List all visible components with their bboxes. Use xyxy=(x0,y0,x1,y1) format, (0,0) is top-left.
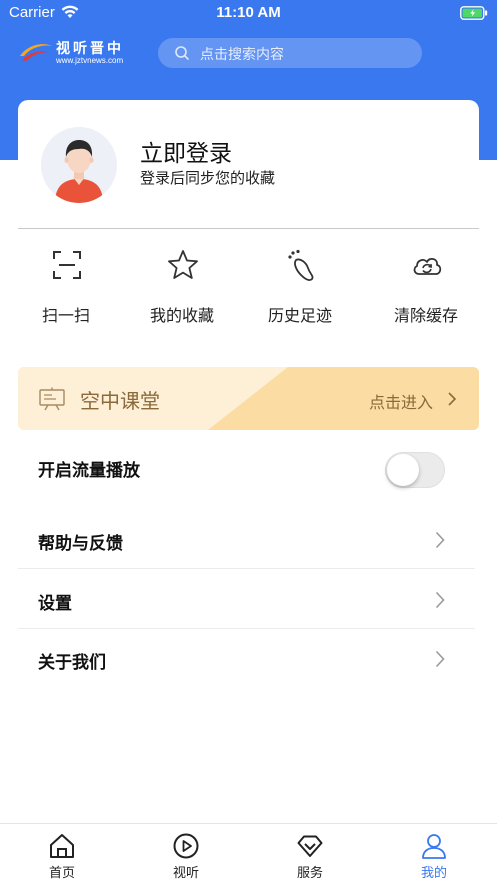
bottom-tab-bar: 首页 视听 服务 我的 xyxy=(0,823,497,883)
presentation-board-icon xyxy=(39,387,65,411)
traffic-play-row: 开启流量播放 xyxy=(18,438,475,498)
tab-mine-label: 我的 xyxy=(420,866,447,881)
settings-label: 设置 xyxy=(38,594,72,614)
cloud-refresh-icon xyxy=(413,258,442,275)
search-placeholder: 点击搜索内容 xyxy=(200,47,284,63)
login-subtitle: 登录后同步您的收藏 xyxy=(140,169,276,187)
battery-icon xyxy=(460,6,488,20)
toggle-knob xyxy=(387,454,419,486)
tab-home[interactable]: 首页 xyxy=(0,824,124,883)
play-circle-icon xyxy=(173,833,199,859)
status-time: 11:10 AM xyxy=(216,4,281,21)
user-icon xyxy=(422,834,446,859)
avatar[interactable] xyxy=(41,127,117,203)
clear-cache-label: 清除缓存 xyxy=(393,306,458,325)
logo-mark-icon xyxy=(20,44,52,61)
divider xyxy=(18,228,479,229)
scan-icon xyxy=(53,251,81,279)
chevron-right-icon xyxy=(448,392,457,406)
history-label: 历史足迹 xyxy=(267,306,332,325)
tab-home-label: 首页 xyxy=(48,866,75,881)
classroom-title: 空中课堂 xyxy=(80,389,160,413)
about-us-row[interactable]: 关于我们 xyxy=(18,630,475,688)
scan-button[interactable]: 扫一扫 xyxy=(6,248,126,338)
about-us-label: 关于我们 xyxy=(38,653,106,673)
logo-title: 视听晋中 xyxy=(56,41,124,57)
clear-cache-button[interactable]: 清除缓存 xyxy=(366,248,486,338)
air-classroom-banner[interactable]: 空中课堂 点击进入 xyxy=(18,367,479,430)
chevron-right-icon xyxy=(435,591,445,609)
chevron-right-icon xyxy=(435,650,445,668)
login-title[interactable]: 立即登录 xyxy=(140,134,232,168)
tab-video-label: 视听 xyxy=(172,866,199,881)
chevron-right-icon xyxy=(435,531,445,549)
help-feedback-row[interactable]: 帮助与反馈 xyxy=(18,511,475,569)
divider xyxy=(18,568,475,569)
status-bar: Carrier 11:10 AM xyxy=(0,0,497,26)
favorites-label: 我的收藏 xyxy=(149,306,214,325)
diamond-heart-icon xyxy=(297,835,323,857)
tab-mine[interactable]: 我的 xyxy=(372,824,496,883)
search-bar[interactable]: 点击搜索内容 xyxy=(158,38,422,68)
tab-service-label: 服务 xyxy=(296,866,323,881)
settings-row[interactable]: 设置 xyxy=(18,571,475,629)
app-logo: 视听晋中 www.jztvnews.com xyxy=(18,38,138,68)
logo-url: www.jztvnews.com xyxy=(56,56,124,65)
favorites-button[interactable]: 我的收藏 xyxy=(122,248,242,338)
classroom-enter-link[interactable]: 点击进入 xyxy=(369,389,433,413)
help-feedback-label: 帮助与反馈 xyxy=(38,534,123,554)
traffic-play-label: 开启流量播放 xyxy=(38,461,140,481)
divider xyxy=(18,628,475,629)
traffic-play-toggle[interactable] xyxy=(385,452,445,488)
star-icon xyxy=(168,250,198,279)
tab-video[interactable]: 视听 xyxy=(124,824,248,883)
tab-service[interactable]: 服务 xyxy=(248,824,372,883)
home-icon xyxy=(50,834,74,858)
profile-card[interactable]: 立即登录 登录后同步您的收藏 xyxy=(18,100,479,229)
history-button[interactable]: 历史足迹 xyxy=(240,248,360,338)
quick-actions: 扫一扫 我的收藏 历史足迹 清除缓存 xyxy=(0,248,497,338)
avatar-person-icon xyxy=(41,127,117,203)
search-icon xyxy=(175,46,189,60)
scan-label: 扫一扫 xyxy=(41,306,90,325)
footprint-icon xyxy=(288,249,314,281)
